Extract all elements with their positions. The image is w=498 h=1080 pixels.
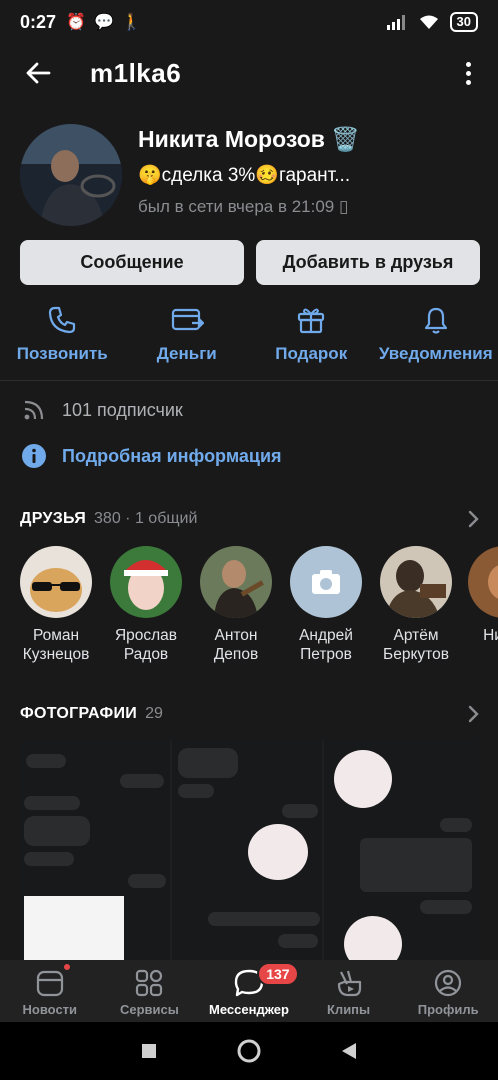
friend-avatar xyxy=(20,546,92,618)
chevron-right-icon xyxy=(468,510,479,528)
friend-avatar xyxy=(290,546,362,618)
avatar[interactable] xyxy=(20,124,122,226)
friends-count: 380 · 1 общий xyxy=(94,510,198,527)
document-thumbnail xyxy=(24,896,124,960)
news-icon xyxy=(36,970,63,997)
page-title: m1lka6 xyxy=(90,57,182,88)
divider xyxy=(0,380,498,381)
profile-name: Никита Морозов 🗑️ xyxy=(138,126,360,152)
messenger-badge: 137 xyxy=(257,962,299,986)
alarm-icon: ⏰ xyxy=(66,14,86,31)
profile-status: 🤫сделка 3%🥴гарант... xyxy=(138,165,351,186)
friend-item[interactable]: Ни Кр xyxy=(460,546,498,645)
app-header: m1lka6 xyxy=(0,50,498,96)
gift-action[interactable]: Подарок xyxy=(249,298,374,368)
nav-messenger[interactable]: 137 Мессенджер xyxy=(199,960,299,1022)
clips-icon xyxy=(337,970,361,997)
nav-profile[interactable]: Профиль xyxy=(398,960,498,1022)
info-icon xyxy=(22,444,46,468)
nav-news[interactable]: Новости xyxy=(0,960,100,1022)
details-link: Подробная информация xyxy=(62,445,282,466)
signal-icon xyxy=(386,15,405,30)
followers-count: 101 подписчик xyxy=(62,399,183,420)
phone-icon xyxy=(49,306,76,334)
recents-icon[interactable] xyxy=(141,1043,157,1059)
rss-icon xyxy=(24,400,44,420)
chat-icon: 💬 xyxy=(93,14,114,31)
friend-avatar xyxy=(200,546,272,618)
trash-icon: 🗑️ xyxy=(331,126,360,152)
friends-list: Роман Кузнецов Ярослав Радов Антон Депов… xyxy=(20,546,498,670)
friend-item[interactable]: Артём Беркутов xyxy=(372,546,460,664)
profile-icon xyxy=(435,969,462,997)
notification-dot xyxy=(62,962,72,972)
system-navigation xyxy=(0,1022,498,1080)
status-time: 0:27 xyxy=(20,11,57,32)
battery-indicator: 30 xyxy=(449,12,478,32)
call-action[interactable]: Позвонить xyxy=(0,298,125,368)
notifications-action[interactable]: Уведомления xyxy=(374,298,498,368)
friend-item[interactable]: Роман Кузнецов xyxy=(20,546,100,664)
last-seen: был в сети вчера в 21:09 ▯ xyxy=(138,197,349,216)
message-button[interactable]: Сообщение xyxy=(20,240,244,285)
chevron-right-icon xyxy=(468,705,479,723)
nav-clips[interactable]: Клипы xyxy=(299,960,399,1022)
add-friend-button[interactable]: Добавить в друзья xyxy=(256,240,480,285)
profile-buttons: Сообщение Добавить в друзья xyxy=(20,240,480,285)
followers-row[interactable]: 101 подписчик xyxy=(20,396,480,424)
photos-title: ФОТОГРАФИИ xyxy=(20,705,138,722)
gift-icon xyxy=(298,308,325,334)
details-row[interactable]: Подробная информация xyxy=(20,442,480,470)
profile-actions: Позвонить Деньги Подарок Уведомления xyxy=(0,298,498,368)
system-back-icon[interactable] xyxy=(341,1042,357,1060)
photo-thumbnail[interactable] xyxy=(20,740,170,960)
status-bar: 0:27 ⏰ 💬 🚶 30 xyxy=(0,0,498,44)
sheep-sticker xyxy=(334,750,392,808)
friend-item[interactable]: Андрей Петров xyxy=(282,546,370,664)
sheep-sticker xyxy=(344,916,402,960)
photo-thumbnail[interactable] xyxy=(172,740,322,960)
more-icon xyxy=(465,61,471,67)
bell-icon xyxy=(424,307,447,334)
chat-screenshot xyxy=(360,838,472,892)
photos-header[interactable]: ФОТОГРАФИИ 29 xyxy=(20,705,480,723)
walking-icon: 🚶 xyxy=(121,14,142,31)
money-action[interactable]: Деньги xyxy=(125,298,250,368)
services-icon xyxy=(136,969,163,997)
hamster-sticker xyxy=(248,824,308,880)
nav-services[interactable]: Сервисы xyxy=(100,960,200,1022)
back-button[interactable] xyxy=(20,55,56,91)
friend-avatar xyxy=(468,546,498,618)
friends-header[interactable]: ДРУЗЬЯ 380 · 1 общий xyxy=(20,510,480,528)
money-transfer-icon xyxy=(171,308,204,331)
friend-avatar xyxy=(110,546,182,618)
photo-thumbnail[interactable] xyxy=(324,740,478,960)
phone-device-icon: ▯ xyxy=(339,197,349,216)
more-options-button[interactable] xyxy=(458,61,478,85)
friend-item[interactable]: Ярослав Радов xyxy=(102,546,190,664)
home-icon[interactable] xyxy=(237,1039,261,1063)
bottom-navigation: Новости Сервисы 137 Мессенджер Клипы Про… xyxy=(0,960,498,1022)
photos-grid[interactable] xyxy=(20,740,478,960)
friend-avatar xyxy=(380,546,452,618)
arrow-left-icon xyxy=(26,62,51,84)
friend-item[interactable]: Антон Депов xyxy=(192,546,280,664)
profile-header: Никита Морозов 🗑️ 🤫сделка 3%🥴гарант... б… xyxy=(20,124,480,226)
wifi-icon xyxy=(419,15,438,29)
friends-title: ДРУЗЬЯ xyxy=(20,510,87,527)
photos-count: 29 xyxy=(145,705,163,722)
